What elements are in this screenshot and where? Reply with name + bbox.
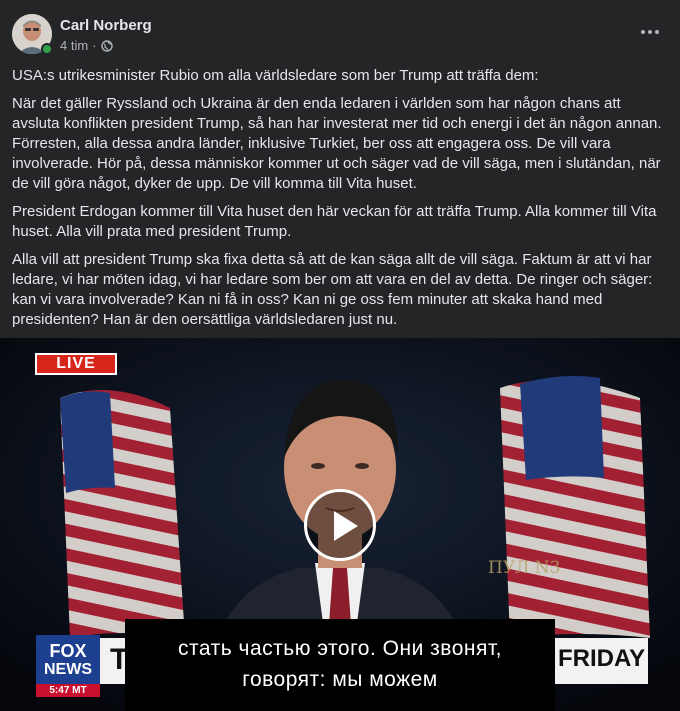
video-player[interactable]: LIVE ПУЛ N3 T FRIDAY FOX NEWS 5:47 MT ст…	[0, 338, 680, 711]
chyron-text-right: FRIDAY	[558, 645, 646, 672]
subtitle-box: стать частью этого. Они звонят, говорят:…	[125, 619, 555, 711]
more-options-button[interactable]	[634, 20, 666, 44]
live-badge: LIVE	[35, 353, 117, 375]
network-logo: FOX NEWS 5:47 MT	[36, 635, 100, 697]
post-text: USA:s utrikesminister Rubio om alla värl…	[12, 66, 668, 338]
post-header: Carl Norberg 4 tim ·	[0, 0, 680, 64]
more-dot	[655, 30, 659, 34]
post-paragraph-3: President Erdogan kommer till Vita huset…	[12, 203, 657, 240]
network-name-line1: FOX	[49, 641, 87, 661]
post-time[interactable]: 4 tim	[60, 38, 88, 53]
subtitle-line-2: говорят: мы можем	[242, 668, 438, 691]
subtitle-line-1: стать частью этого. Они звонят,	[178, 637, 502, 660]
globe-icon[interactable]	[100, 39, 113, 52]
broadcast-time: 5:47 MT	[36, 684, 100, 697]
author-name[interactable]: Carl Norberg	[60, 17, 152, 34]
facebook-post: Carl Norberg 4 tim · USA:s utrikesminist…	[0, 0, 680, 711]
post-paragraph-4: Alla vill att president Trump ska fixa d…	[12, 251, 653, 328]
online-status-dot	[41, 43, 53, 55]
post-paragraph-1: USA:s utrikesminister Rubio om alla värl…	[12, 67, 539, 84]
meta-separator: ·	[92, 38, 97, 53]
post-meta: 4 tim ·	[60, 38, 113, 53]
post-paragraph-2: När det gäller Ryssland och Ukraina är d…	[12, 95, 662, 192]
channel-watermark: ПУЛ N3	[488, 558, 561, 578]
more-dot	[648, 30, 652, 34]
network-name-line2: NEWS	[44, 661, 92, 678]
play-icon[interactable]	[304, 489, 376, 561]
more-horizontal-icon	[641, 30, 645, 34]
